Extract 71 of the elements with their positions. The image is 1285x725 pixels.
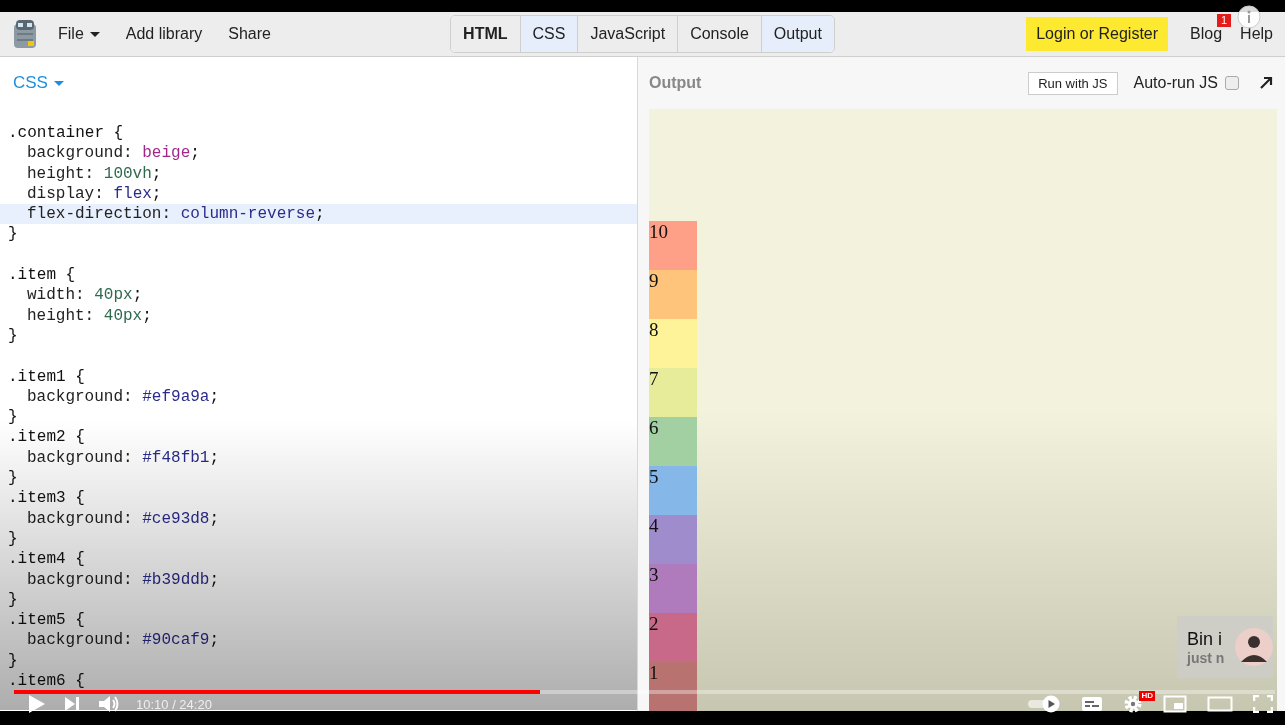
caret-icon [89,31,100,37]
autoplay-toggle[interactable] [1027,695,1061,713]
code-line: height: 40px; [27,306,152,325]
code-editor[interactable] [0,57,638,711]
flex-item: 3 [649,564,697,613]
help-link[interactable]: Help [1240,25,1273,43]
code-line: display: flex; [27,184,162,203]
flex-item: 1 [649,662,697,711]
language-menu[interactable]: CSS [13,73,64,93]
code-line: background: #90caf9; [27,631,220,650]
robot-logo-icon[interactable] [12,18,38,50]
subtitles-icon[interactable] [1081,696,1103,712]
theater-mode-icon[interactable] [1207,696,1233,712]
flex-item: 5 [649,466,697,515]
menu-button[interactable]: Share [218,21,281,47]
miniplayer-icon[interactable] [1163,695,1187,713]
code-line: .item1 { [8,367,85,386]
flex-item: 6 [649,417,697,466]
code-line: .item4 { [8,550,85,569]
next-icon[interactable] [64,696,80,712]
code-line: .item { [8,266,76,285]
code-line: } [8,408,18,427]
flex-item: 7 [649,368,697,417]
checkbox[interactable] [1225,76,1239,90]
notification-time: just n [1187,649,1225,666]
code-line: } [8,225,18,244]
code-line: .item2 { [8,428,85,447]
video-time: 10:10 / 24:20 [136,696,212,712]
panel-tab[interactable]: CSS [519,16,578,52]
info-icon[interactable] [1237,5,1262,29]
volume-icon[interactable] [98,694,120,714]
caret-icon [53,80,64,86]
panel-tab[interactable]: Output [760,16,834,52]
flex-item: 2 [649,613,697,662]
code-line: background: #f48fb1; [27,448,220,467]
code-line: .item5 { [8,611,85,630]
hd-badge: HD [1139,691,1155,701]
code-line: .item6 { [8,672,85,690]
code-line: .container { [8,124,124,142]
code-line: flex-direction: column-reverse; [27,205,325,224]
panel-title: Output [649,74,702,92]
code-line: } [8,469,18,488]
login-button[interactable]: Login or Register [1026,17,1169,51]
code-line: background: beige; [27,144,200,163]
menu-button[interactable]: Add library [115,21,213,47]
code-line: } [8,326,18,345]
code-line: background: #ef9a9a; [27,387,220,406]
notification-title: Bin i [1187,628,1223,650]
auto-run-toggle[interactable]: Auto-run JS [1133,74,1239,92]
settings-icon[interactable] [1123,694,1143,714]
code-line: background: #b39ddb; [27,570,220,589]
fullscreen-icon[interactable] [1253,695,1273,713]
blog-link[interactable]: Blog [1190,25,1223,43]
expand-arrow-icon[interactable] [1259,76,1273,90]
code-line: } [8,590,18,609]
code-line: width: 40px; [27,286,143,305]
code-line: .item3 { [8,489,85,508]
flex-item: 9 [649,270,697,319]
code-line: } [8,651,18,670]
notification-badge: 1 [1216,14,1232,27]
run-button[interactable]: Run with JS [1028,71,1118,95]
menu-button[interactable]: File [48,21,110,47]
flex-item: 4 [649,515,697,564]
play-icon[interactable] [28,694,46,714]
code-line: } [8,529,18,548]
code-line: background: #ce93d8; [27,509,220,528]
flex-item: 8 [649,319,697,368]
notification-card[interactable]: Bin i just n [1177,616,1273,678]
avatar-icon [1235,628,1273,666]
flex-item: 10 [649,221,697,270]
code-line: height: 100vh; [27,164,162,183]
